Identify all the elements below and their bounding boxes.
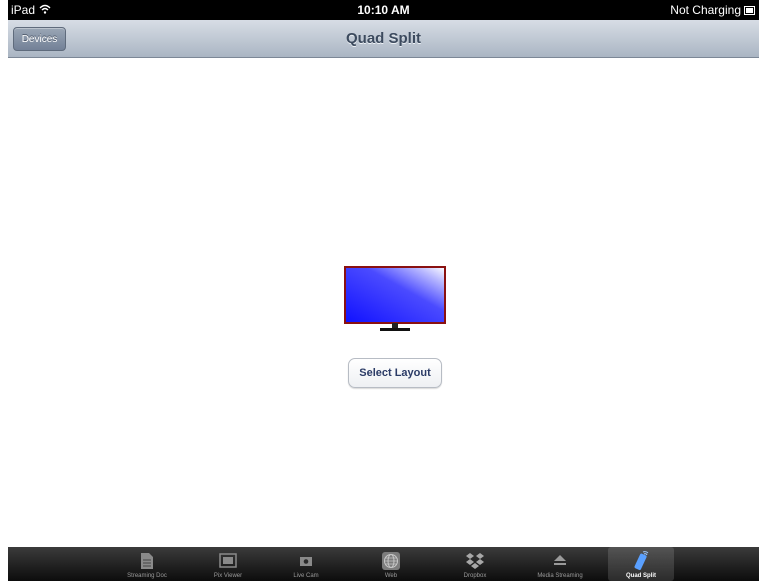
tab-label: Media Streaming <box>537 573 583 579</box>
tab-streaming-doc[interactable]: Streaming Doc <box>114 547 180 581</box>
tab-quad-split[interactable]: Quad Split <box>608 547 674 581</box>
tab-web[interactable]: Web <box>358 547 424 581</box>
tab-live-cam[interactable]: Live Cam <box>273 547 339 581</box>
photo-icon <box>217 550 239 572</box>
main-content: Select Layout <box>8 58 759 547</box>
remote-icon <box>630 550 652 572</box>
ipad-screen: iPad 10:10 AM Not Charging Devices Quad … <box>8 0 759 581</box>
tab-label: Web <box>384 573 398 579</box>
media-streaming-icon <box>549 550 571 572</box>
status-right: Not Charging <box>670 3 755 17</box>
tab-label: Dropbox <box>463 573 487 579</box>
status-bar: iPad 10:10 AM Not Charging <box>8 0 759 20</box>
document-icon <box>136 550 158 572</box>
tab-media-streaming[interactable]: Media Streaming <box>527 547 593 581</box>
navigation-bar: Devices Quad Split <box>8 20 759 58</box>
charging-status: Not Charging <box>670 3 741 17</box>
page-title: Quad Split <box>346 30 421 47</box>
camera-icon <box>295 550 317 572</box>
tab-label: Live Cam <box>293 573 319 579</box>
tab-label: Quad Split <box>626 573 656 579</box>
tv-monitor-icon <box>344 266 446 331</box>
tab-dropbox[interactable]: Dropbox <box>442 547 508 581</box>
tab-label: Streaming Doc <box>127 573 167 579</box>
tab-bar: Streaming Doc Pix Viewer Live Cam Web Dr… <box>8 547 759 581</box>
tab-pix-viewer[interactable]: Pix Viewer <box>195 547 261 581</box>
battery-icon <box>744 5 755 15</box>
globe-icon <box>380 550 402 572</box>
dropbox-icon <box>464 550 486 572</box>
status-time: 10:10 AM <box>357 3 410 17</box>
tab-label: Pix Viewer <box>213 573 243 579</box>
select-layout-button[interactable]: Select Layout <box>348 358 442 388</box>
